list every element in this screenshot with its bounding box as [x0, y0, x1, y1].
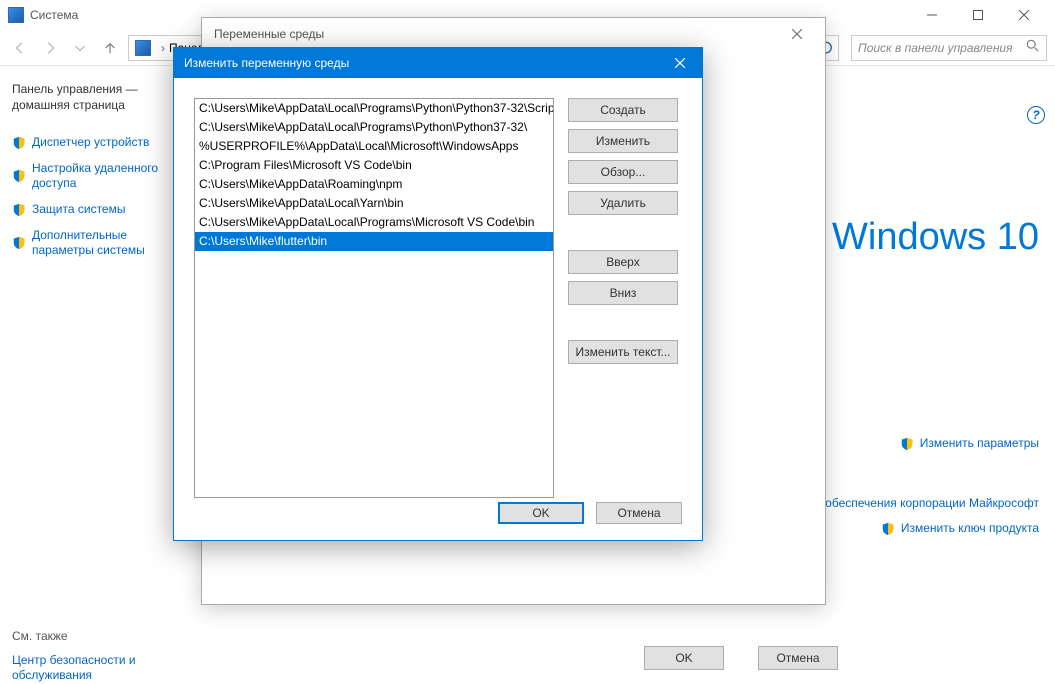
ms-link[interactable]: обеспечения корпорации Майкрософт [825, 496, 1039, 512]
help-icon[interactable]: ? [1027, 106, 1045, 124]
shield-icon [881, 522, 895, 536]
sidebar-advanced[interactable]: Дополнительные параметры системы [12, 228, 188, 259]
move-up-button[interactable]: Вверх [568, 250, 678, 274]
edit-text-button[interactable]: Изменить текст... [568, 340, 678, 364]
search-input[interactable]: Поиск в панели управления [851, 35, 1047, 61]
path-row[interactable]: C:\Users\Mike\AppData\Local\Programs\Pyt… [195, 99, 553, 118]
env-dialog-close[interactable] [781, 22, 813, 46]
env-dialog-titlebar[interactable]: Переменные среды [202, 18, 825, 50]
edit-dialog-titlebar[interactable]: Изменить переменную среды [174, 48, 702, 78]
windows-logo: Windows 10 [832, 216, 1039, 259]
edit-dialog-footer: OK Отмена [498, 502, 682, 524]
path-row[interactable]: C:\Users\Mike\AppData\Local\Programs\Pyt… [195, 118, 553, 137]
shield-icon [12, 203, 26, 217]
create-button[interactable]: Создать [568, 98, 678, 122]
edit-dialog-buttons: Создать Изменить Обзор... Удалить Вверх … [568, 98, 678, 498]
env-cancel-button[interactable]: Отмена [758, 646, 838, 670]
see-also-heading: См. также [12, 629, 188, 643]
right-links: Изменить параметры [900, 436, 1039, 462]
sidebar: Панель управления — домашняя страница Ди… [0, 66, 200, 607]
env-dialog-title: Переменные среды [214, 27, 781, 41]
change-key-link[interactable]: Изменить ключ продукта [825, 521, 1039, 537]
env-ok-button[interactable]: OK [644, 646, 724, 670]
edit-button[interactable]: Изменить [568, 129, 678, 153]
change-params-link[interactable]: Изменить параметры [900, 436, 1039, 452]
edit-dialog-body: C:\Users\Mike\AppData\Local\Programs\Pyt… [174, 78, 702, 518]
path-row[interactable]: %USERPROFILE%\AppData\Local\Microsoft\Wi… [195, 137, 553, 156]
search-placeholder: Поиск в панели управления [858, 41, 1026, 55]
recent-button[interactable] [68, 36, 92, 60]
sidebar-protection[interactable]: Защита системы [12, 202, 188, 218]
path-row[interactable]: C:\Users\Mike\AppData\Roaming\npm [195, 175, 553, 194]
path-row[interactable]: C:\Program Files\Microsoft VS Code\bin [195, 156, 553, 175]
system-icon [8, 7, 24, 23]
back-button[interactable] [8, 36, 32, 60]
path-row[interactable]: C:\Users\Mike\AppData\Local\Programs\Mic… [195, 213, 553, 232]
path-row[interactable]: C:\Users\Mike\flutter\bin [195, 232, 553, 251]
sidebar-security-center[interactable]: Центр безопасности и обслуживания [12, 653, 188, 684]
move-down-button[interactable]: Вниз [568, 281, 678, 305]
shield-icon [12, 236, 26, 250]
chevron-right-icon: › [161, 41, 165, 55]
sidebar-remote[interactable]: Настройка удаленного доступа [12, 161, 188, 192]
search-icon [1026, 39, 1040, 56]
up-button[interactable] [98, 36, 122, 60]
shield-icon [900, 437, 914, 451]
sidebar-device-manager[interactable]: Диспетчер устройств [12, 135, 188, 151]
delete-button[interactable]: Удалить [568, 191, 678, 215]
forward-button[interactable] [38, 36, 62, 60]
paths-listbox[interactable]: C:\Users\Mike\AppData\Local\Programs\Pyt… [194, 98, 554, 498]
sidebar-home[interactable]: Панель управления — домашняя страница [12, 82, 188, 113]
edit-dialog-close[interactable] [658, 48, 702, 78]
breadcrumb-icon [135, 40, 151, 56]
minimize-button[interactable] [909, 0, 955, 30]
path-row[interactable]: C:\Users\Mike\AppData\Local\Yarn\bin [195, 194, 553, 213]
maximize-button[interactable] [955, 0, 1001, 30]
bottom-links: обеспечения корпорации Майкрософт Измени… [825, 496, 1039, 547]
edit-dialog-title: Изменить переменную среды [184, 56, 658, 70]
close-button[interactable] [1001, 0, 1047, 30]
cancel-button[interactable]: Отмена [596, 502, 682, 524]
shield-icon [12, 136, 26, 150]
ok-button[interactable]: OK [498, 502, 584, 524]
edit-env-var-dialog: Изменить переменную среды C:\Users\Mike\… [173, 47, 703, 541]
browse-button[interactable]: Обзор... [568, 160, 678, 184]
shield-icon [12, 169, 26, 183]
